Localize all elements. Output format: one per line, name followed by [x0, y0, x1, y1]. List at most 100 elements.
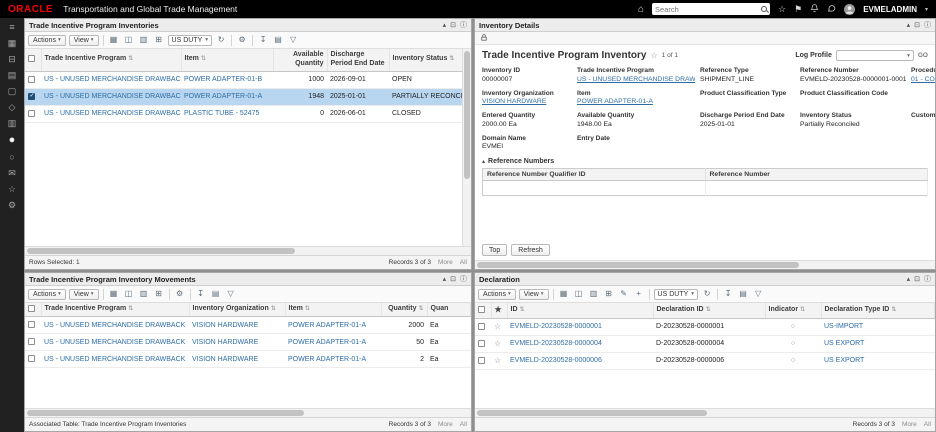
select-all-checkbox[interactable]: [28, 55, 35, 63]
chart-icon[interactable]: ▤: [210, 288, 222, 300]
horizontal-scrollbar[interactable]: [25, 246, 471, 255]
declaration-link[interactable]: EVMELD-20230528-0000001: [510, 323, 602, 330]
collapse-chevron-icon[interactable]: ▴: [443, 22, 447, 29]
actions-button[interactable]: Actions ▾: [478, 288, 516, 300]
row-checkbox[interactable]: [28, 109, 35, 117]
top-button[interactable]: Top: [482, 244, 508, 256]
program-link[interactable]: US - UNUSED MERCHANDISE DRAWBACK: [44, 76, 181, 83]
table-grid-icon[interactable]: ▦: [108, 288, 120, 300]
more-link[interactable]: More: [438, 259, 453, 266]
filter-funnel-icon[interactable]: ▽: [287, 34, 299, 46]
item-link[interactable]: POWER ADAPTER-01-A: [288, 356, 366, 363]
notifications-bell-icon[interactable]: [810, 3, 819, 15]
program-link[interactable]: US - UNUSED MERCHANDISE DRAWBACK: [577, 76, 695, 84]
reference-numbers-section-header[interactable]: ▴ Reference Numbers: [482, 158, 928, 165]
columns-icon[interactable]: ▥: [138, 288, 150, 300]
declaration-type-link[interactable]: US EXPORT: [824, 340, 864, 347]
export-icon[interactable]: ↧: [257, 34, 269, 46]
all-link[interactable]: All: [460, 259, 467, 266]
favorite-star-icon[interactable]: ☆: [494, 339, 501, 348]
all-link[interactable]: All: [924, 421, 931, 428]
collapse-chevron-icon[interactable]: ▴: [907, 22, 911, 29]
split-view-icon[interactable]: ◫: [573, 288, 585, 300]
row-checkbox[interactable]: [28, 338, 35, 346]
favorite-star-icon[interactable]: ☆: [494, 356, 501, 365]
declaration-link[interactable]: EVMELD-20230528-0000004: [510, 340, 602, 347]
row-checkbox[interactable]: [478, 340, 485, 348]
declaration-type-link[interactable]: US EXPORT: [824, 357, 864, 364]
info-icon[interactable]: ⓘ: [460, 276, 467, 283]
row-checkbox[interactable]: [478, 357, 485, 365]
add-plus-icon[interactable]: +: [633, 288, 645, 300]
chart-icon[interactable]: ▤: [737, 288, 749, 300]
split-view-icon[interactable]: ◫: [123, 288, 135, 300]
procedure-link[interactable]: 01 - CONSUMPTIC: [911, 76, 935, 84]
columns-icon[interactable]: ▥: [138, 34, 150, 46]
favorites-icon[interactable]: ☆: [8, 185, 16, 194]
col-header-item[interactable]: Item ⇅: [181, 49, 274, 72]
item-link[interactable]: POWER ADAPTER-01-A: [577, 98, 695, 106]
split-view-icon[interactable]: ◫: [123, 34, 135, 46]
table-row[interactable]: ☆ EVMELD-20230528-0000004 D-20230528-000…: [475, 335, 935, 353]
col-header-program[interactable]: Trade Incentive Program ⇅: [41, 303, 190, 318]
duty-type-select[interactable]: US DUTY ▾: [653, 288, 699, 300]
detach-icon[interactable]: ⊞: [603, 288, 615, 300]
vertical-scrollbar[interactable]: [462, 49, 471, 246]
table-row[interactable]: ☆ EVMELD-20230528-0000001 D-20230528-000…: [475, 318, 935, 336]
col-header-declaration-type[interactable]: Declaration Type ID ⇅: [821, 303, 935, 319]
messages-chat-icon[interactable]: [827, 4, 836, 15]
collapse-chevron-icon[interactable]: ▴: [443, 276, 447, 283]
wrench-icon[interactable]: ⚙: [236, 34, 248, 46]
col-header-discharge-date[interactable]: Discharge Period End Date: [327, 49, 390, 72]
view-button[interactable]: View ▾: [68, 34, 99, 46]
contacts-icon[interactable]: ○: [9, 153, 14, 162]
program-link[interactable]: US - UNUSED MERCHANDISE DRAWBACK: [44, 322, 185, 329]
all-link[interactable]: All: [460, 421, 467, 428]
actions-button[interactable]: Actions ▾: [28, 288, 66, 300]
log-profile-select[interactable]: ▾: [835, 50, 914, 61]
item-link[interactable]: POWER ADAPTER-01-A: [288, 322, 366, 329]
table-grid-icon[interactable]: ▦: [558, 288, 570, 300]
empty-row[interactable]: [482, 180, 928, 196]
lock-icon[interactable]: [480, 33, 488, 44]
declaration-type-link[interactable]: US-IMPORT: [824, 323, 863, 330]
user-avatar[interactable]: [844, 3, 856, 15]
col-header-item[interactable]: Item ⇅: [285, 303, 382, 318]
actions-button[interactable]: Actions ▾: [28, 34, 66, 46]
flag-icon[interactable]: ⚑: [794, 4, 802, 14]
item-link[interactable]: POWER ADAPTER-01-A: [288, 339, 366, 346]
chevron-down-icon[interactable]: ▾: [925, 6, 928, 13]
col-header-qualifier-id[interactable]: Reference Number Qualifier ID: [482, 168, 706, 181]
col-header-reference-number[interactable]: Reference Number: [705, 168, 928, 181]
item-link[interactable]: POWER ADAPTER-01-A: [184, 93, 262, 100]
columns-icon[interactable]: ▥: [588, 288, 600, 300]
table-row[interactable]: US - UNUSED MERCHANDISE DRAWBACK POWER A…: [25, 71, 464, 89]
scrollbar-thumb[interactable]: [27, 248, 295, 254]
table-row[interactable]: US - UNUSED MERCHANDISE DRAWBACK PLASTIC…: [25, 105, 464, 123]
table-row[interactable]: US - UNUSED MERCHANDISE DRAWBACK VISION …: [25, 333, 471, 352]
program-link[interactable]: US - UNUSED MERCHANDISE DRAWBACK: [44, 339, 185, 346]
user-menu[interactable]: EVMELADMIN: [863, 5, 917, 14]
global-search[interactable]: [652, 3, 771, 15]
go-button[interactable]: GO: [918, 52, 928, 59]
view-button[interactable]: View ▾: [518, 288, 549, 300]
select-all-checkbox[interactable]: [478, 305, 485, 313]
view-button[interactable]: View ▾: [68, 288, 99, 300]
export-icon[interactable]: ↧: [722, 288, 734, 300]
shipments-icon[interactable]: ⊟: [8, 55, 16, 64]
program-link[interactable]: US - UNUSED MERCHANDISE DRAWBACK: [44, 356, 185, 363]
select-all-header[interactable]: [25, 49, 42, 72]
refresh-icon[interactable]: ↻: [215, 34, 227, 46]
horizontal-scrollbar[interactable]: [475, 408, 935, 417]
messages-icon[interactable]: ✉: [8, 169, 16, 178]
row-checkbox[interactable]: [28, 321, 35, 329]
col-header-available-qty[interactable]: Available Quantity: [273, 49, 328, 72]
info-icon[interactable]: ⓘ: [924, 22, 931, 29]
items-icon[interactable]: ◇: [9, 103, 16, 112]
filter-funnel-icon[interactable]: ▽: [225, 288, 237, 300]
favorite-star-icon[interactable]: ☆: [651, 51, 658, 60]
menu-icon[interactable]: ≡: [9, 23, 14, 32]
dashboard-icon[interactable]: ▦: [8, 39, 17, 48]
table-grid-icon[interactable]: ▦: [108, 34, 120, 46]
organization-link[interactable]: VISION HARDWARE: [192, 339, 258, 346]
